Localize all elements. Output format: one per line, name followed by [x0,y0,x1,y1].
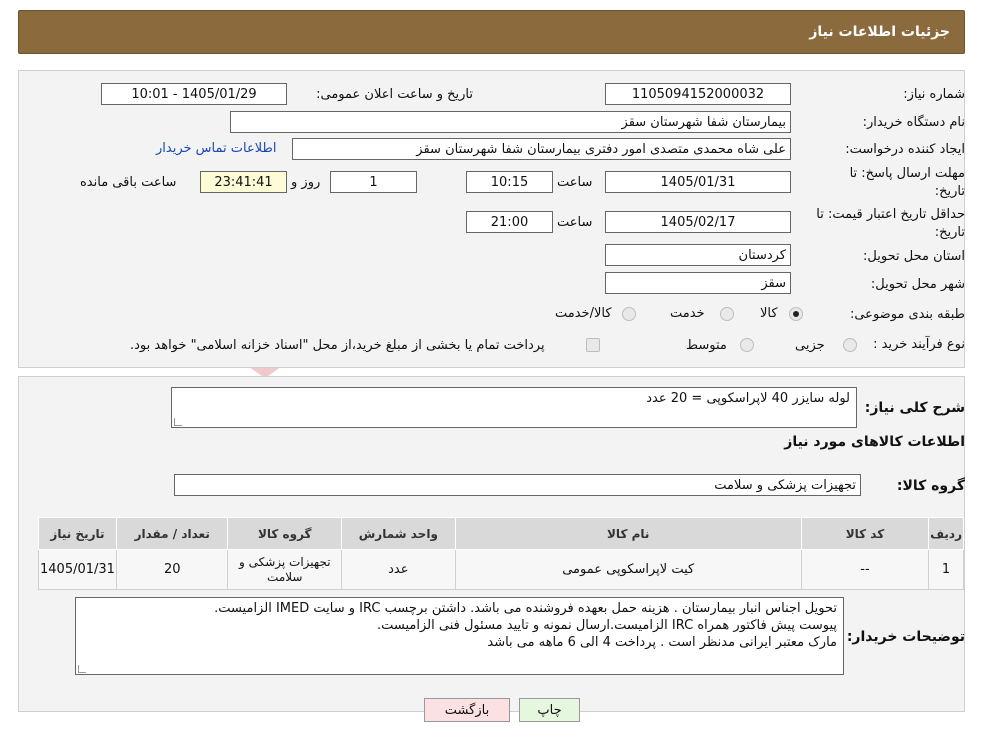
days-label: روز و [291,175,321,190]
deadline-date-field: 1405/01/31 [605,171,791,193]
category-goods-service-radio[interactable] [622,307,636,321]
province-field: کردستان [605,244,791,266]
col-code-header: کد کالا [800,517,930,550]
validity-time-field: 21:00 [466,211,553,233]
page-title: جزئیات اطلاعات نیاز [809,24,950,40]
col-unit-header: واحد شمارش [341,517,456,550]
col-group-header: گروه کالا [227,517,343,550]
announce-label: تاریخ و ساعت اعلان عمومی: [316,87,473,102]
creator-label: ایجاد کننده درخواست: [845,142,965,157]
deadline-time-label: ساعت [557,175,593,190]
group-label: گروه کالا: [896,478,965,494]
cell-quantity: 20 [115,549,229,590]
notes-line-3: مارک معتبر ایرانی مدنظر است . پرداخت 4 ا… [487,635,837,650]
col-date-header: تاریخ نیاز [38,517,117,550]
category-goods-label: کالا [760,306,778,321]
process-minor-label: جزیی [795,338,825,353]
print-button[interactable]: چاپ [519,698,580,722]
category-goods-service-label: کالا/خدمت [555,306,612,321]
process-medium-radio[interactable] [740,338,754,352]
goods-info-title: اطلاعات کالاهای مورد نیاز [784,434,965,450]
deadline-time-field: 10:15 [466,171,553,193]
category-label: طبقه بندی موضوعی: [849,307,965,322]
announce-field: 1405/01/29 - 10:01 [101,83,287,105]
notes-line-2: پیوست پیش فاکتور همراه IRC الزامیست.ارسا… [377,618,837,633]
table-header-row: ردیف کد کالا نام کالا واحد شمارش گروه کا… [38,517,964,550]
notes-field: تحویل اجناس انبار بیمارستان . هزینه حمل … [75,597,844,675]
col-row-header: ردیف [928,517,964,550]
cell-group: تجهیزات پزشکی و سلامت [227,549,343,590]
summary-label: شرح کلی نیاز: [864,400,965,416]
process-treasury-note: پرداخت تمام یا بخشی از مبلغ خرید،از محل … [130,338,545,353]
remaining-time-field: 23:41:41 [200,171,287,193]
back-button[interactable]: بازگشت [424,698,510,722]
process-treasury-checkbox[interactable] [586,338,600,352]
items-table: ردیف کد کالا نام کالا واحد شمارش گروه کا… [38,517,964,590]
col-quantity-header: تعداد / مقدار [115,517,229,550]
need-number-label: شماره نیاز: [903,87,965,102]
remaining-label: ساعت باقی مانده [80,175,177,190]
page-header: جزئیات اطلاعات نیاز [18,10,965,54]
notes-line-1: تحویل اجناس انبار بیمارستان . هزینه حمل … [214,601,837,616]
need-number-field: 1105094152000032 [605,83,791,105]
summary-field: لوله سایزر 40 لاپراسکوپی = 20 عدد [171,387,857,428]
validity-label: حداقل تاریخ اعتبار قیمت: تا [816,207,965,222]
deadline-label-2: تاریخ: [934,184,965,199]
resize-grip-icon[interactable] [174,418,182,426]
creator-field: علی شاه محمدی متصدی امور دفتری بیمارستان… [292,138,791,160]
validity-time-label: ساعت [557,215,593,230]
contact-buyer-link[interactable]: اطلاعات تماس خریدار [156,141,276,156]
table-row: 1 -- کیت لاپراسکوپی عمومی عدد تجهیزات پز… [38,549,964,590]
group-field: تجهیزات پزشکی و سلامت [174,474,861,496]
city-field: سقز [605,272,791,294]
buyer-org-field: بیمارستان شفا شهرستان سقز [230,111,791,133]
cell-name: کیت لاپراسکوپی عمومی [454,549,802,590]
cell-row: 1 [928,549,964,590]
deadline-label: مهلت ارسال پاسخ: تا [849,166,965,181]
process-medium-label: متوسط [686,338,727,353]
cell-code: -- [800,549,930,590]
summary-text: لوله سایزر 40 لاپراسکوپی = 20 عدد [646,391,850,406]
category-goods-radio[interactable] [789,307,803,321]
process-minor-radio[interactable] [843,338,857,352]
category-service-label: خدمت [670,306,705,321]
buyer-org-label: نام دستگاه خریدار: [862,115,965,130]
process-label: نوع فرآیند خرید : [873,337,965,352]
validity-label-2: تاریخ: [934,225,965,240]
category-service-radio[interactable] [720,307,734,321]
province-label: استان محل تحویل: [863,249,965,264]
validity-date-field: 1405/02/17 [605,211,791,233]
cell-unit: عدد [341,549,456,590]
days-field: 1 [330,171,417,193]
cell-date: 1405/01/31 [38,549,117,590]
col-name-header: نام کالا [454,517,802,550]
notes-label: توضیحات خریدار: [846,629,965,645]
resize-grip-icon[interactable] [78,665,86,673]
city-label: شهر محل تحویل: [870,277,965,292]
